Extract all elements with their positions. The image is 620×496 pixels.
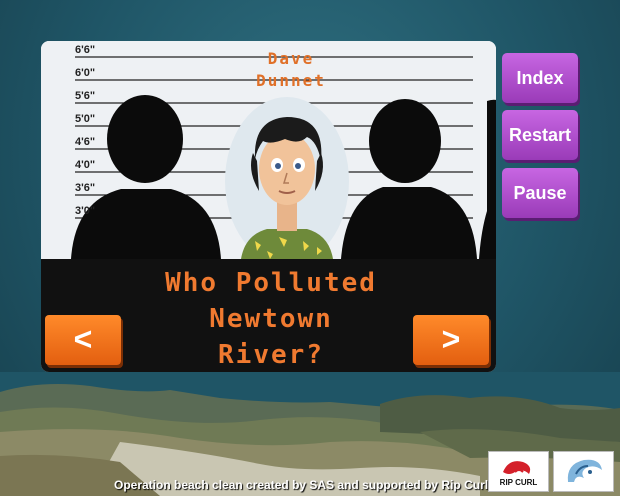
suspect-name-first: Dave [267, 49, 315, 68]
credit-text: Operation beach clean created by SAS and… [114, 478, 489, 492]
height-mark-5-0: 5'0" [75, 113, 96, 125]
height-mark-6-6: 6'6" [75, 44, 96, 56]
restart-button[interactable]: Restart [502, 110, 578, 160]
question-line-2: Newtown [209, 304, 333, 334]
question-line-3: River? [218, 340, 324, 370]
next-button[interactable]: > [413, 315, 489, 365]
height-mark-3-0: 3'0" [75, 205, 96, 217]
previous-button[interactable]: < [45, 315, 121, 365]
height-mark-4-6: 4'6" [75, 136, 96, 148]
height-mark-5-6: 5'6" [75, 90, 96, 102]
pause-button[interactable]: Pause [502, 168, 578, 218]
index-button[interactable]: Index [502, 53, 578, 103]
suspect-name-last: Dunnet [256, 71, 326, 90]
ripcurl-logo[interactable]: RIP CURL [488, 451, 549, 492]
height-mark-6-0: 6'0" [75, 67, 96, 79]
sas-logo[interactable] [553, 451, 614, 492]
height-mark-4-0: 4'0" [75, 159, 96, 171]
question-text: Who Polluted Newtown River? [121, 265, 421, 372]
svg-text:RIP CURL: RIP CURL [500, 478, 538, 487]
question-line-1: Who Polluted [165, 268, 377, 298]
sas-wave-logo-icon [567, 459, 602, 482]
lineup-panel: 6'6" 6'0" 5'6" 5'0" 4'6" 4'0" 3'6" 3'0" … [41, 41, 496, 372]
height-mark-3-6: 3'6" [75, 182, 96, 194]
ripcurl-logo-icon: RIP CURL [497, 461, 540, 487]
